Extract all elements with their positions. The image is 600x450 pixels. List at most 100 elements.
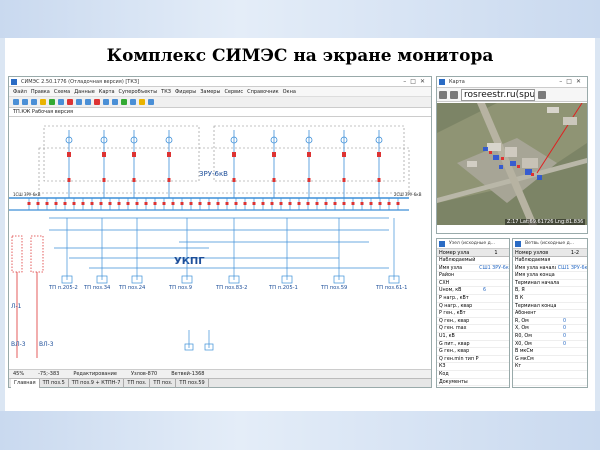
breaker-icon[interactable]	[81, 202, 85, 205]
breaker-icon[interactable]	[153, 202, 157, 205]
breaker-icon[interactable]	[232, 152, 236, 157]
branch-prop-row-value[interactable]: 0	[561, 341, 566, 348]
breaker-icon[interactable]	[297, 202, 301, 205]
page-tab-2[interactable]: ТП поз.9 + КТПН-7	[69, 379, 125, 388]
breaker-icon[interactable]	[67, 152, 71, 157]
fault-icon[interactable]	[94, 99, 100, 105]
breaker-icon[interactable]	[351, 202, 355, 205]
page-tab-3[interactable]: ТП поз.	[124, 379, 151, 388]
branch-prop-row[interactable]: Имя узла началаСШ1 ЗРУ-6кВ	[513, 265, 587, 273]
branch-prop-row-value[interactable]: 0	[561, 318, 566, 325]
branch-prop-row[interactable]	[513, 379, 587, 387]
breaker-icon[interactable]	[234, 202, 238, 205]
branch-prop-row-value[interactable]: 0	[561, 325, 566, 332]
branch-prop-row[interactable]: Терминал начала	[513, 280, 587, 288]
breaker-icon[interactable]	[307, 152, 311, 157]
node-prop-row-value[interactable]	[481, 318, 483, 325]
breaker-icon[interactable]	[144, 202, 148, 205]
breaker-icon[interactable]	[225, 202, 229, 205]
node-prop-row-value[interactable]: 6	[481, 287, 486, 294]
breaker-icon[interactable]	[315, 202, 319, 205]
branch-prop-row[interactable]: R, Ом 0	[513, 318, 587, 326]
breaker-icon[interactable]	[72, 202, 76, 205]
measure-icon[interactable]	[139, 99, 145, 105]
node-prop-row-value[interactable]	[481, 325, 483, 332]
map-dropdown-icon[interactable]	[538, 90, 546, 99]
breaker-icon[interactable]	[171, 202, 175, 205]
breaker-icon[interactable]	[342, 178, 346, 182]
breaker-icon[interactable]	[90, 202, 94, 205]
branch-prop-row[interactable]: Терминал конца	[513, 303, 587, 311]
breaker-icon[interactable]	[27, 202, 31, 205]
node-prop-row-value[interactable]	[481, 379, 483, 386]
menu-item-0[interactable]: Файл	[13, 89, 27, 95]
node-prop-row[interactable]: G пит., квар	[437, 341, 509, 349]
breaker-icon[interactable]	[232, 178, 236, 182]
breaker-icon[interactable]	[167, 152, 171, 157]
branch-prop-row-value[interactable]: 0	[561, 333, 566, 340]
node-prop-row-value[interactable]	[481, 363, 483, 370]
menu-item-1[interactable]: Правка	[31, 89, 50, 95]
node-prop-row[interactable]: U1, кВ	[437, 333, 509, 341]
node-icon[interactable]	[76, 99, 82, 105]
node-prop-row[interactable]: G ген., квар	[437, 348, 509, 356]
menu-item-6[interactable]: ТКЗ	[161, 89, 171, 95]
branch-prop-row-value[interactable]	[561, 371, 563, 378]
breaker-icon[interactable]	[272, 178, 276, 182]
branch-prop-row-value[interactable]	[561, 348, 563, 355]
branch-prop-row[interactable]: Кт	[513, 363, 587, 371]
breaker-icon[interactable]	[387, 202, 391, 205]
breaker-icon[interactable]	[108, 202, 112, 205]
menu-item-11[interactable]: Окна	[283, 89, 296, 95]
page-tab-1[interactable]: ТП поз.5	[40, 379, 69, 388]
single-line-diagram[interactable]: ЗРУ-6кВ 1СШ ЗРУ-6кВ 2СШ ЗРУ-6кВ УКПГ Л-1	[9, 118, 431, 370]
branch-prop-row-value[interactable]	[561, 280, 563, 287]
map-window-controls[interactable]: –□✕	[559, 77, 585, 87]
breaker-icon[interactable]	[377, 152, 381, 157]
breaker-icon[interactable]	[333, 202, 337, 205]
breaker-icon[interactable]	[189, 202, 193, 205]
zoom-out-icon[interactable]	[112, 99, 118, 105]
node-prop-row[interactable]: P нагр., кВт	[437, 295, 509, 303]
node-prop-row[interactable]: Uном, кВ 6	[437, 287, 509, 295]
branch-prop-row[interactable]: Имя узла конца	[513, 272, 587, 280]
breaker-icon[interactable]	[180, 202, 184, 205]
map-layers-icon[interactable]	[439, 90, 447, 99]
map-icon[interactable]	[148, 99, 154, 105]
branch-prop-row-value[interactable]	[561, 257, 563, 264]
calc-icon[interactable]	[121, 99, 127, 105]
node-prop-row-value[interactable]: СШ1 ЗРУ-6кВ	[477, 265, 509, 272]
breaker-icon[interactable]	[67, 178, 71, 182]
node-prop-row-value[interactable]	[481, 303, 483, 310]
node-prop-row-value[interactable]	[481, 257, 483, 264]
menu-item-3[interactable]: Данные	[74, 89, 95, 95]
breaker-icon[interactable]	[324, 202, 328, 205]
node-prop-row[interactable]: Код	[437, 371, 509, 379]
breaker-icon[interactable]	[306, 202, 310, 205]
breaker-icon[interactable]	[342, 202, 346, 205]
breaker-icon[interactable]	[132, 152, 136, 157]
page-tab-4[interactable]: ТП поз.	[150, 379, 177, 388]
breaker-icon[interactable]	[135, 202, 139, 205]
menu-item-10[interactable]: Справочник	[247, 89, 279, 95]
node-prop-row-value[interactable]	[481, 310, 483, 317]
breaker-icon[interactable]	[252, 202, 256, 205]
breaker-icon[interactable]	[63, 202, 67, 205]
breaker-icon[interactable]	[167, 178, 171, 182]
page-tab-0[interactable]: Главная	[11, 379, 40, 388]
branch-prop-row-value[interactable]	[561, 310, 563, 317]
grid-icon[interactable]	[130, 99, 136, 105]
menu-item-5[interactable]: Суперобъекты	[119, 89, 158, 95]
breaker-icon[interactable]	[54, 202, 58, 205]
node-prop-row-value[interactable]	[481, 272, 483, 279]
breaker-icon[interactable]	[288, 202, 292, 205]
breaker-icon[interactable]	[342, 152, 346, 157]
breaker-icon[interactable]	[102, 152, 106, 157]
menu-item-7[interactable]: Фидеры	[175, 89, 196, 95]
new-icon[interactable]	[13, 99, 19, 105]
schematic-canvas[interactable]: ЗРУ-6кВ 1СШ ЗРУ-6кВ 2СШ ЗРУ-6кВ УКПГ Л-1	[9, 118, 431, 370]
breaker-icon[interactable]	[377, 178, 381, 182]
node-prop-row-value[interactable]	[481, 295, 483, 302]
node-prop-row[interactable]: Имя узла СШ1 ЗРУ-6кВ	[437, 265, 509, 273]
branch-prop-row-value[interactable]	[561, 356, 563, 363]
